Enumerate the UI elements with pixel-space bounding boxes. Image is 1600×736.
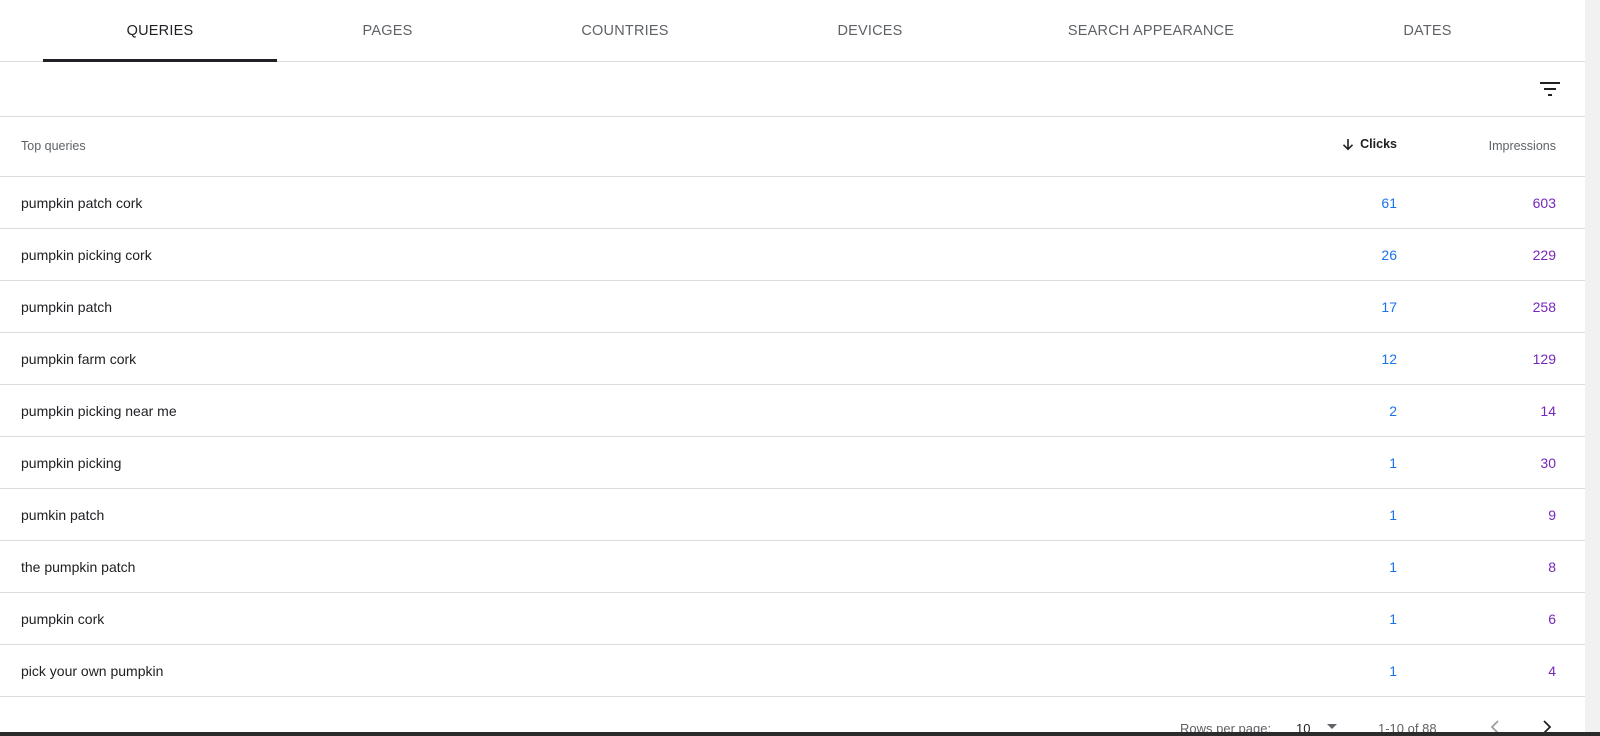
clicks-cell: 1 <box>1389 559 1397 575</box>
clicks-cell: 12 <box>1381 351 1397 367</box>
filter-bar <box>0 62 1585 117</box>
impressions-cell: 8 <box>1548 559 1556 575</box>
arrow-down-icon <box>1343 138 1354 150</box>
clicks-cell: 61 <box>1381 195 1397 211</box>
impressions-cell: 4 <box>1548 663 1556 679</box>
table-row[interactable]: pumpkin patch 17 258 <box>0 281 1585 333</box>
table-row[interactable]: pumpkin cork 1 6 <box>0 593 1585 645</box>
table-row[interactable]: pick your own pumpkin 1 4 <box>0 645 1585 697</box>
impressions-cell: 6 <box>1548 611 1556 627</box>
query-cell: the pumpkin patch <box>21 559 136 575</box>
query-cell: pumpkin patch cork <box>21 195 143 211</box>
tab-queries[interactable]: QUERIES <box>43 0 277 62</box>
column-header-clicks[interactable]: Clicks <box>1342 137 1397 151</box>
clicks-cell: 1 <box>1389 663 1397 679</box>
query-cell: pumpkin farm cork <box>21 351 137 367</box>
table-row[interactable]: pumpkin picking cork 26 229 <box>0 229 1585 281</box>
query-cell: pumpkin cork <box>21 611 105 627</box>
clicks-cell: 1 <box>1389 507 1397 523</box>
tab-search-appearance[interactable]: SEARCH APPEARANCE <box>1055 0 1247 61</box>
tab-countries[interactable]: COUNTRIES <box>555 0 695 61</box>
impressions-cell: 258 <box>1532 299 1556 315</box>
column-header-clicks-label: Clicks <box>1360 137 1397 151</box>
vertical-scrollbar[interactable] <box>1585 0 1600 736</box>
impressions-cell: 603 <box>1532 195 1556 211</box>
table-row[interactable]: pumpkin picking near me 2 14 <box>0 385 1585 437</box>
tab-pages[interactable]: PAGES <box>320 0 455 61</box>
impressions-cell: 14 <box>1540 403 1556 419</box>
clicks-cell: 26 <box>1381 247 1397 263</box>
query-cell: pick your own pumpkin <box>21 663 164 679</box>
impressions-cell: 229 <box>1532 247 1556 263</box>
column-header-top-queries: Top queries <box>21 139 86 153</box>
table-row[interactable]: pumpkin patch cork 61 603 <box>0 177 1585 229</box>
clicks-cell: 2 <box>1389 403 1397 419</box>
query-cell: pumkin patch <box>21 507 105 523</box>
table-body: pumpkin patch cork 61 603 pumpkin pickin… <box>0 177 1585 697</box>
table-row[interactable]: pumpkin farm cork 12 129 <box>0 333 1585 385</box>
dimension-tabs: QUERIES PAGES COUNTRIES DEVICES SEARCH A… <box>0 0 1585 62</box>
impressions-cell: 9 <box>1548 507 1556 523</box>
query-cell: pumpkin picking near me <box>21 403 177 419</box>
table-row[interactable]: the pumpkin patch 1 8 <box>0 541 1585 593</box>
caret-down-icon[interactable] <box>1326 723 1338 730</box>
query-cell: pumpkin patch <box>21 299 113 315</box>
clicks-cell: 1 <box>1389 611 1397 627</box>
table-row[interactable]: pumpkin picking 1 30 <box>0 437 1585 489</box>
tab-dates[interactable]: DATES <box>1370 0 1485 61</box>
filter-button[interactable] <box>1535 74 1565 104</box>
table-row[interactable]: pumkin patch 1 9 <box>0 489 1585 541</box>
query-cell: pumpkin picking <box>21 455 122 471</box>
filter-icon <box>1540 82 1560 96</box>
query-cell: pumpkin picking cork <box>21 247 152 263</box>
table-header: Top queries Clicks Impressions <box>0 117 1585 177</box>
bottom-edge <box>0 732 1600 736</box>
clicks-cell: 17 <box>1381 299 1397 315</box>
impressions-cell: 30 <box>1540 455 1556 471</box>
search-performance-table-view: QUERIES PAGES COUNTRIES DEVICES SEARCH A… <box>0 0 1600 736</box>
tab-devices[interactable]: DEVICES <box>800 0 940 61</box>
content-area: QUERIES PAGES COUNTRIES DEVICES SEARCH A… <box>0 0 1585 736</box>
impressions-cell: 129 <box>1532 351 1556 367</box>
clicks-cell: 1 <box>1389 455 1397 471</box>
column-header-impressions[interactable]: Impressions <box>1489 139 1556 153</box>
